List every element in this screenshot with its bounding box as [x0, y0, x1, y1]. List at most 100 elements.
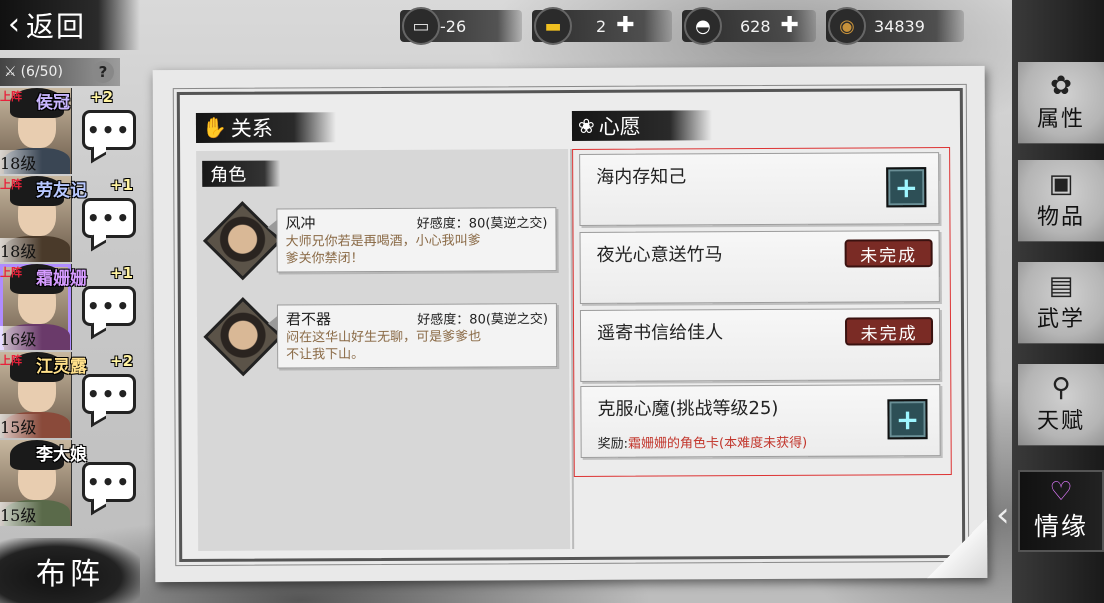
deployed-tag: 上阵 — [0, 90, 22, 103]
nav-talents[interactable]: ⚲ 天赋 — [1018, 364, 1104, 446]
dialogue-bubble: 风冲 好感度：80(莫逆之交) 大师兄你若是再喝酒，小心我叫爹 爹关你禁闭！ — [276, 207, 557, 273]
scroll-icon: ▭ — [402, 7, 440, 45]
nav-label: 武学 — [1036, 306, 1085, 332]
role-label: 角色 — [202, 160, 281, 187]
relations-title: 关系 — [230, 116, 273, 141]
main-panel: ✋ 关系 ❀ 心愿 角色 风冲 好感度：80(莫逆之交) 大师兄你若是再喝酒，小… — [152, 65, 988, 583]
help-button[interactable]: ? — [92, 61, 114, 83]
hero-bonus: +1 — [110, 264, 134, 282]
wish-title: 海内存知己 — [596, 166, 687, 188]
wish-item[interactable]: 克服心魔(挑战等级25) 奖励:霜姗姗的角色卡(本难度未获得) + — [580, 384, 941, 458]
relations-pane: 角色 风冲 好感度：80(莫逆之交) 大师兄你若是再喝酒，小心我叫爹 爹关你禁闭… — [196, 149, 571, 551]
resource-value: 34839 — [874, 16, 925, 36]
plus-icon[interactable]: + — [887, 399, 928, 440]
character-portrait — [202, 201, 283, 281]
wish-reward: 奖励:霜姗姗的角色卡(本难度未获得) — [598, 432, 808, 452]
hero-name: 江灵露 — [36, 357, 87, 377]
formation-button[interactable]: 布阵 — [0, 538, 140, 603]
hero-slot-1[interactable]: 上阵 侯冠 +2 18级 ••• — [0, 88, 145, 174]
chat-bubble-icon[interactable]: ••• — [82, 286, 136, 326]
dialogue-line: 闷在这华山好生无聊，可是爹爹也 — [286, 329, 482, 346]
status-badge: 未完成 — [844, 317, 934, 346]
hero-name: 李大娘 — [36, 445, 87, 465]
heart-icon: ♡ — [1049, 477, 1073, 507]
nav-items[interactable]: ▣ 物品 — [1018, 160, 1104, 242]
constellation-icon: ⚲ — [1051, 372, 1071, 403]
hero-level: 18级 — [0, 150, 43, 174]
nav-label: 情缘 — [1033, 512, 1088, 541]
hero-name: 霜姗姗 — [36, 269, 87, 289]
chevron-left-icon: ‹ — [996, 495, 1010, 535]
add-silver-button[interactable]: ✚ — [781, 15, 799, 37]
wish-list: 海内存知己 + 夜光心意送竹马 未完成 遥寄书信给佳人 未完成 克服心魔(挑战等… — [572, 147, 952, 477]
add-gold-button[interactable]: ✚ — [616, 15, 634, 37]
hero-slot-2[interactable]: 上阵 劳友记 +1 18级 ••• — [0, 176, 145, 262]
nav-label: 属性 — [1036, 106, 1085, 132]
team-count-value: (6/50) — [20, 64, 63, 80]
hero-name: 劳友记 — [36, 181, 87, 201]
wish-item[interactable]: 夜光心意送竹马 未完成 — [579, 230, 940, 304]
nav-attributes[interactable]: ✿ 属性 — [1018, 62, 1104, 144]
team-count: ⚔ (6/50) ? — [0, 58, 120, 86]
hero-slot-3[interactable]: 上阵 霜姗姗 +1 16级 ••• — [0, 264, 145, 350]
resource-scroll: ▭ -26 — [400, 7, 522, 45]
lotus-icon: ❀ — [577, 113, 595, 138]
resource-value: -26 — [440, 16, 467, 36]
nav-label: 天赋 — [1036, 408, 1085, 434]
chat-bubble-icon[interactable]: ••• — [82, 110, 136, 150]
relation-card[interactable]: 风冲 好感度：80(莫逆之交) 大师兄你若是再喝酒，小心我叫爹 爹关你禁闭！ — [202, 201, 564, 281]
resource-value: 628 — [740, 16, 771, 36]
back-button[interactable]: ‹ 返回 — [0, 0, 140, 50]
hero-bonus: +1 — [110, 176, 134, 194]
chat-bubble-icon[interactable]: ••• — [82, 198, 136, 238]
flower-icon: ✿ — [1050, 70, 1072, 101]
reward-label: 奖励: — [597, 436, 629, 452]
wish-item[interactable]: 海内存知己 + — [579, 152, 940, 226]
affinity-value: 好感度：80(莫逆之交) — [417, 312, 549, 328]
hero-level: 15级 — [0, 502, 43, 526]
hero-slot-4[interactable]: 上阵 江灵露 +2 15级 ••• — [0, 352, 145, 438]
hero-name: 侯冠 — [36, 93, 70, 113]
character-portrait — [203, 297, 283, 377]
nav-label: 物品 — [1036, 204, 1085, 230]
team-icon: ⚔ — [4, 64, 17, 80]
gift-box-icon: ▣ — [1048, 168, 1074, 199]
chevron-left-icon: ‹ — [8, 7, 20, 42]
wish-item[interactable]: 遥寄书信给佳人 未完成 — [579, 308, 941, 382]
nav-affection[interactable]: ♡ 情缘 — [1018, 470, 1104, 552]
hero-level: 18级 — [0, 238, 43, 262]
resource-gold: ▬ 2 ✚ — [532, 7, 672, 45]
side-nav: ✿ 属性 ▣ 物品 ▤ 武学 ⚲ 天赋 ♡ 情缘 — [1012, 0, 1104, 603]
hero-bonus: +2 — [110, 352, 134, 370]
hero-slot-5[interactable]: 李大娘 15级 ••• — [0, 440, 145, 526]
hero-level: 16级 — [0, 326, 43, 350]
relation-card[interactable]: 君不器 好感度：80(莫逆之交) 闷在这华山好生无聊，可是爹爹也 不让我下山。 — [203, 297, 565, 377]
wish-title: 克服心魔(挑战等级25) — [597, 397, 779, 420]
chat-bubble-icon[interactable]: ••• — [82, 462, 136, 502]
dialogue-bubble: 君不器 好感度：80(莫逆之交) 闷在这华山好生无聊，可是爹爹也 不让我下山。 — [276, 303, 558, 369]
handshake-icon: ✋ — [201, 115, 227, 140]
wishes-title: 心愿 — [598, 114, 641, 139]
deployed-tag: 上阵 — [0, 354, 22, 367]
dialogue-line: 大师兄你若是再喝酒，小心我叫爹 — [285, 233, 481, 250]
hero-bonus: +2 — [90, 88, 114, 106]
status-badge: 未完成 — [844, 239, 933, 268]
panel-frame: ✋ 关系 ❀ 心愿 角色 风冲 好感度：80(莫逆之交) 大师兄你若是再喝酒，小… — [172, 83, 970, 567]
gold-bar-icon: ▬ — [534, 7, 572, 45]
nav-martial-arts[interactable]: ▤ 武学 — [1018, 262, 1104, 344]
resource-silver: ◓ 628 ✚ — [682, 7, 816, 45]
book-icon: ▤ — [1048, 270, 1074, 301]
wish-title: 遥寄书信给佳人 — [596, 322, 724, 344]
hero-level: 15级 — [0, 414, 43, 438]
resource-bar: ▭ -26 ▬ 2 ✚ ◓ 628 ✚ ◉ 34839 — [400, 6, 964, 46]
silver-ingot-icon: ◓ — [684, 7, 722, 45]
dialogue-line: 不让我下山。 — [286, 347, 365, 363]
wishes-header: ❀ 心愿 — [571, 110, 713, 141]
page-curl — [925, 519, 988, 579]
plus-icon[interactable]: + — [886, 167, 927, 208]
back-label: 返回 — [26, 10, 87, 43]
deployed-tag: 上阵 — [0, 178, 22, 191]
reward-value: 霜姗姗的角色卡(本难度未获得) — [627, 435, 808, 452]
chat-bubble-icon[interactable]: ••• — [82, 374, 136, 414]
wish-title: 夜光心意送竹马 — [596, 244, 723, 266]
